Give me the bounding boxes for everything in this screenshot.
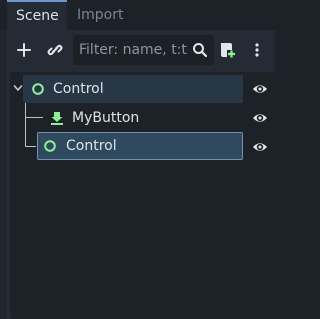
tree-item-label: Control (66, 138, 117, 154)
search-icon (193, 43, 208, 58)
tree-item-root-control[interactable]: Control (23, 75, 243, 103)
eye-icon[interactable] (252, 81, 268, 97)
tree-item-label: MyButton (72, 110, 140, 126)
scene-dock: Scene Import Filter: name, t:t Control M… (0, 0, 275, 319)
filter-nodes-field[interactable] (73, 35, 214, 65)
scene-toolbar (7, 30, 275, 70)
link-icon (47, 44, 63, 56)
filter-input[interactable] (79, 42, 191, 58)
plus-icon (17, 43, 31, 57)
more-options-button[interactable] (245, 37, 269, 63)
tree-guide-line (25, 103, 26, 146)
script-add-icon (221, 43, 235, 58)
tree-item-mybutton[interactable]: MyButton (46, 104, 243, 132)
instanced-scene-icon (51, 112, 63, 125)
eye-icon[interactable] (252, 139, 268, 155)
scene-tree[interactable]: Control MyButton Control (10, 72, 275, 319)
tree-item-label: Control (53, 81, 104, 97)
attach-script-button[interactable] (215, 37, 239, 63)
tab-scene[interactable]: Scene (7, 0, 67, 30)
dock-tab-bar: Scene Import (0, 0, 275, 30)
control-node-icon (32, 83, 44, 95)
add-node-button[interactable] (12, 37, 36, 63)
scene-panel: Control MyButton Control (7, 30, 275, 319)
instance-scene-button[interactable] (43, 37, 67, 63)
chevron-down-icon[interactable] (13, 83, 23, 93)
kebab-menu-icon (255, 43, 259, 57)
control-node-icon (44, 140, 56, 152)
tree-item-control-selected[interactable]: Control (37, 132, 243, 160)
tab-import[interactable]: Import (67, 0, 137, 30)
tree-guide-line (25, 146, 36, 147)
tree-guide-line (25, 117, 43, 118)
eye-icon[interactable] (252, 110, 268, 126)
